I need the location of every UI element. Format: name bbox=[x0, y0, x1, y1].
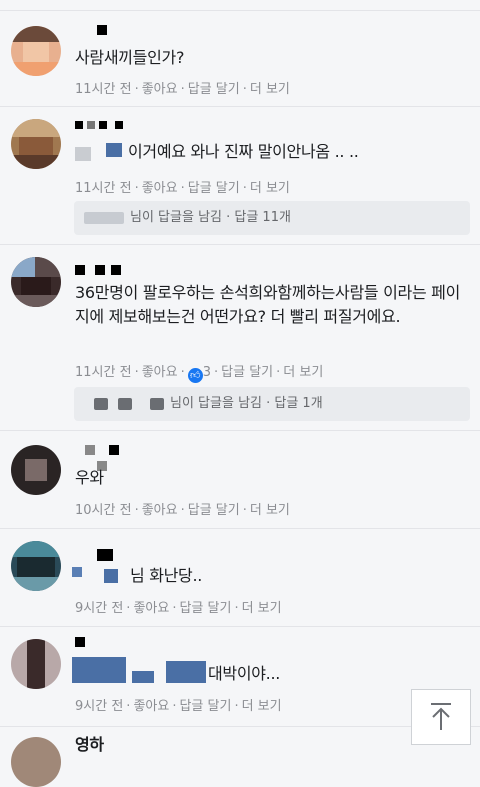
commenter-name[interactable] bbox=[75, 119, 135, 137]
blurred-replier bbox=[150, 397, 164, 410]
blurred-name-chunk bbox=[106, 143, 122, 157]
like-link[interactable]: 좋아요 bbox=[142, 503, 178, 518]
blurred-replier bbox=[118, 397, 132, 410]
commenter-name[interactable] bbox=[75, 549, 135, 567]
scroll-to-top-button[interactable] bbox=[411, 689, 471, 745]
blurred-name-chunk bbox=[132, 671, 154, 683]
comment-meta: 11시간 전 · 좋아요 · 👍︎ 3 · 답글 달기 · 더 보기 bbox=[75, 365, 324, 383]
comment-text: 이거예요 와나 진짜 말이안나옴 .. .. bbox=[128, 142, 359, 161]
avatar[interactable] bbox=[11, 26, 61, 76]
comment-meta: 9시간 전 · 좋아요 · 답글 달기 · 더 보기 bbox=[75, 601, 282, 616]
timestamp[interactable]: 11시간 전 bbox=[75, 181, 132, 196]
timestamp[interactable]: 9시간 전 bbox=[75, 601, 123, 616]
blurred-name-chunk bbox=[75, 147, 91, 161]
reply-link[interactable]: 답글 달기 bbox=[179, 699, 231, 714]
comment-text: 대박이야... bbox=[208, 664, 281, 683]
comment-text: 36만명이 팔로우하는 손석희와함께하는사람들 이라는 페이지에 제보해보는건 … bbox=[75, 283, 460, 326]
blurred-name-chunk bbox=[72, 657, 126, 683]
more-link[interactable]: 더 보기 bbox=[250, 82, 290, 97]
like-link[interactable]: 좋아요 bbox=[142, 365, 178, 380]
more-link[interactable]: 더 보기 bbox=[250, 503, 290, 518]
timestamp[interactable]: 10시간 전 bbox=[75, 503, 132, 518]
reply-link[interactable]: 답글 달기 bbox=[188, 503, 240, 518]
reply-link[interactable]: 답글 달기 bbox=[179, 601, 231, 616]
reply-summary[interactable]: 님이 답글을 남김 · 답글 11개 bbox=[74, 201, 470, 235]
blurred-replier bbox=[94, 397, 108, 410]
comment-meta: 10시간 전 · 좋아요 · 답글 달기 · 더 보기 bbox=[75, 503, 290, 518]
comment-meta: 11시간 전 · 좋아요 · 답글 달기 · 더 보기 bbox=[75, 181, 290, 196]
comment-5: 님 화난당.. 9시간 전 · 좋아요 · 답글 달기 · 더 보기 bbox=[0, 528, 480, 627]
comment-meta: 9시간 전 · 좋아요 · 답글 달기 · 더 보기 bbox=[75, 699, 282, 714]
commenter-name[interactable] bbox=[75, 445, 135, 471]
reply-link[interactable]: 답글 달기 bbox=[188, 181, 240, 196]
timestamp[interactable]: 11시간 전 bbox=[75, 365, 132, 380]
comment-2: 이거예요 와나 진짜 말이안나옴 .. .. 11시간 전 · 좋아요 · 답글 달기 ·… bbox=[0, 106, 480, 245]
reply-summary[interactable]: 님이 답글을 남김 · 답글 1개 bbox=[74, 387, 470, 421]
avatar[interactable] bbox=[11, 737, 61, 787]
comment-7: 영하 bbox=[0, 726, 480, 787]
timestamp[interactable]: 9시간 전 bbox=[75, 699, 123, 714]
comment-3: 36만명이 팔로우하는 손석희와함께하는사람들 이라는 페이지에 제보해보는건 … bbox=[0, 244, 480, 431]
comment-meta: 11시간 전 · 좋아요 · 답글 달기 · 더 보기 bbox=[75, 82, 290, 97]
blurred-name-chunk bbox=[72, 567, 82, 577]
avatar[interactable] bbox=[11, 541, 61, 591]
avatar[interactable] bbox=[11, 445, 61, 495]
comment-text: 님 화난당.. bbox=[130, 566, 203, 585]
more-link[interactable]: 더 보기 bbox=[242, 699, 282, 714]
blurred-name-chunk bbox=[166, 661, 206, 683]
reply-link[interactable]: 답글 달기 bbox=[221, 365, 273, 380]
like-link[interactable]: 좋아요 bbox=[142, 181, 178, 196]
comment-4: 우와 10시간 전 · 좋아요 · 답글 달기 · 더 보기 bbox=[0, 430, 480, 529]
blurred-replier bbox=[84, 211, 124, 224]
avatar[interactable] bbox=[11, 639, 61, 689]
avatar[interactable] bbox=[11, 119, 61, 169]
comment-text: 우와 bbox=[75, 468, 104, 487]
arrow-up-icon bbox=[431, 703, 451, 730]
more-link[interactable]: 더 보기 bbox=[283, 365, 323, 380]
comment-1: 사람새끼들인가? 11시간 전 · 좋아요 · 답글 달기 · 더 보기 bbox=[0, 10, 480, 107]
commenter-name[interactable] bbox=[75, 25, 135, 43]
timestamp[interactable]: 11시간 전 bbox=[75, 82, 132, 97]
thumbs-up-icon: 👍︎ bbox=[187, 368, 203, 383]
comment-6: 대박이야... 9시간 전 · 좋아요 · 답글 달기 · 더 보기 bbox=[0, 626, 480, 727]
blurred-name-chunk bbox=[104, 569, 118, 583]
like-link[interactable]: 좋아요 bbox=[142, 82, 178, 97]
avatar[interactable] bbox=[11, 257, 61, 307]
more-link[interactable]: 더 보기 bbox=[250, 181, 290, 196]
more-link[interactable]: 더 보기 bbox=[242, 601, 282, 616]
commenter-name[interactable] bbox=[75, 637, 135, 655]
like-link[interactable]: 좋아요 bbox=[133, 699, 169, 714]
like-count[interactable]: 3 bbox=[203, 365, 211, 380]
reply-link[interactable]: 답글 달기 bbox=[188, 82, 240, 97]
comment-text: 사람새끼들인가? bbox=[75, 48, 185, 67]
like-link[interactable]: 좋아요 bbox=[133, 601, 169, 616]
